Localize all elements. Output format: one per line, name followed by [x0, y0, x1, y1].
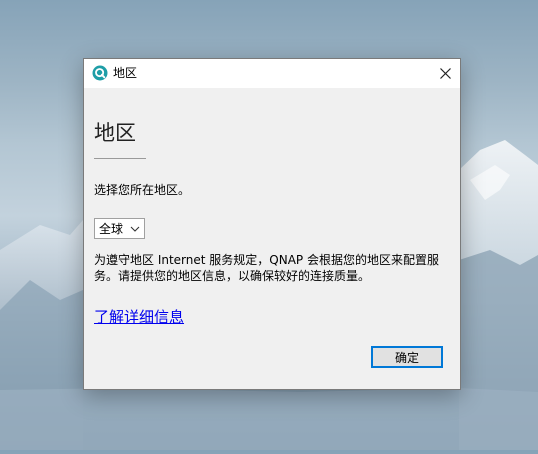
ok-button[interactable]: 确定: [371, 346, 443, 368]
title-bar[interactable]: 地区: [84, 59, 460, 88]
region-select-value: 全球: [99, 222, 124, 236]
page-heading: 地区: [94, 121, 136, 145]
qnap-q-icon: [92, 65, 108, 81]
close-button[interactable]: [430, 59, 460, 88]
chevron-down-icon: [130, 226, 140, 232]
region-select[interactable]: 全球: [94, 218, 145, 239]
region-dialog: 地区 地区 选择您所在地区。 全球 为遵守地区 Internet 服务规定，QN…: [83, 58, 461, 390]
window-title: 地区: [113, 66, 138, 80]
description-text: 为遵守地区 Internet 服务规定，QNAP 会根据您的地区来配置服务。请提…: [94, 253, 439, 283]
learn-more-link[interactable]: 了解详细信息: [94, 307, 184, 327]
instruction-text: 选择您所在地区。: [94, 183, 191, 197]
heading-divider: [94, 158, 146, 159]
close-icon: [439, 68, 451, 79]
